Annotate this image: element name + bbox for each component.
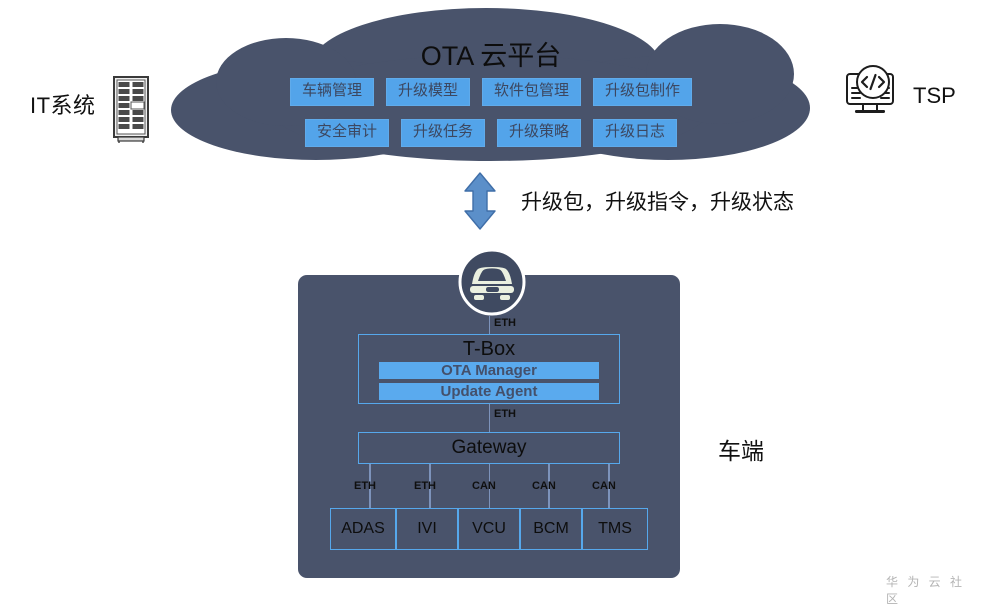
car-front-icon — [458, 248, 526, 316]
tbox-title: T-Box — [462, 338, 516, 360]
bus-label-adas: ETH — [354, 480, 376, 492]
bus-label-ivi: ETH — [414, 480, 436, 492]
ecu-ivi[interactable]: IVI — [396, 508, 458, 550]
link-description-label: 升级包，升级指令，升级状态 — [521, 191, 794, 214]
vehicle-side-label: 车端 — [718, 438, 764, 464]
tbox-block: T-Box OTA Manager Update Agent — [358, 334, 620, 404]
gateway-label: Gateway — [451, 437, 527, 458]
it-system-label: IT系统 — [30, 93, 96, 118]
cloud-feature-upgrade-log[interactable]: 升级日志 — [593, 119, 678, 147]
cloud-feature-row-1: 车辆管理 升级模型 软件包管理 升级包制作 — [168, 78, 814, 106]
tsp-label: TSP — [913, 83, 956, 108]
cloud-feature-row-2: 安全审计 升级任务 升级策略 升级日志 — [168, 119, 814, 147]
net-label-tbox-gateway: ETH — [494, 408, 516, 420]
bus-label-vcu: CAN — [472, 480, 496, 492]
ecu-tms[interactable]: TMS — [582, 508, 648, 550]
cloud-feature-package-management[interactable]: 软件包管理 — [482, 78, 582, 106]
ecu-vcu[interactable]: VCU — [458, 508, 520, 550]
cloud-feature-package-creation[interactable]: 升级包制作 — [593, 78, 693, 106]
cloud-feature-security-audit[interactable]: 安全审计 — [304, 119, 389, 147]
ecu-adas[interactable]: ADAS — [330, 508, 396, 550]
bus-label-bcm: CAN — [532, 480, 556, 492]
cloud-feature-upgrade-policy[interactable]: 升级策略 — [497, 119, 582, 147]
code-monitor-icon — [843, 62, 905, 120]
ota-cloud-platform: OTA 云平台 车辆管理 升级模型 软件包管理 升级包制作 安全审计 升级任务 … — [168, 4, 814, 162]
double-arrow-vertical-icon — [463, 172, 497, 230]
connector-tbox-gateway — [488, 404, 490, 432]
cloud-feature-upgrade-task[interactable]: 升级任务 — [400, 119, 485, 147]
server-rack-icon — [112, 76, 150, 144]
connector-car-tbox — [488, 316, 490, 334]
cloud-feature-vehicle-management[interactable]: 车辆管理 — [289, 78, 374, 106]
bus-label-tms: CAN — [592, 480, 616, 492]
ecu-bcm[interactable]: BCM — [520, 508, 582, 550]
module-update-agent[interactable]: Update Agent — [379, 383, 599, 400]
cloud-feature-upgrade-model[interactable]: 升级模型 — [385, 78, 470, 106]
net-label-car-tbox: ETH — [494, 317, 516, 329]
cloud-title: OTA 云平台 — [420, 41, 562, 71]
gateway-block: Gateway — [358, 432, 620, 464]
module-ota-manager[interactable]: OTA Manager — [379, 362, 599, 379]
